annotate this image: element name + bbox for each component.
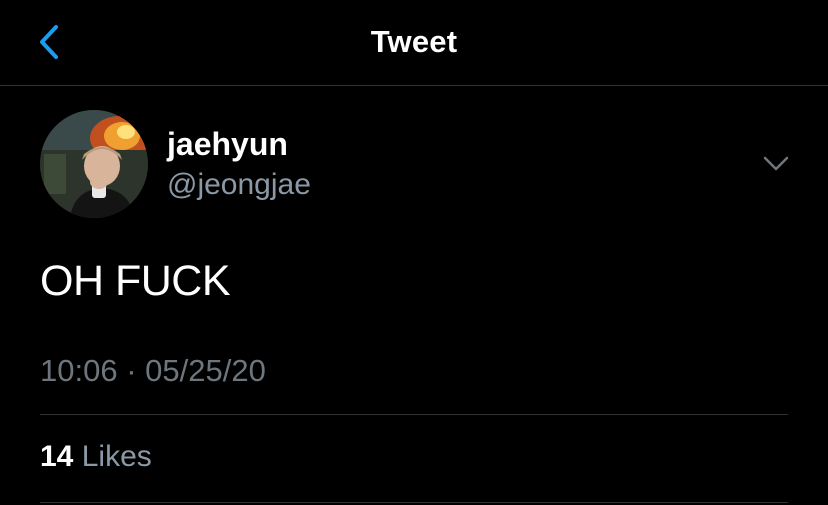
likes-count: 14	[40, 440, 74, 473]
tweet-timestamp: 10:06 · 05/25/20	[40, 353, 266, 389]
tweet-text: OH FUCK	[40, 257, 231, 305]
author-display-name[interactable]: jaehyun	[167, 126, 288, 163]
divider	[40, 502, 788, 503]
author-handle[interactable]: @jeongjae	[167, 168, 311, 202]
likes-stat[interactable]: 14 Likes	[40, 440, 152, 474]
header-bar: Tweet	[0, 0, 828, 86]
timestamp-separator: ·	[126, 353, 137, 388]
divider	[40, 414, 788, 415]
tweet-date: 05/25/20	[145, 353, 266, 388]
chevron-down-icon	[763, 156, 789, 171]
likes-label: Likes	[81, 440, 152, 473]
more-options-button[interactable]	[760, 152, 792, 176]
tweet-time: 10:06	[40, 353, 118, 388]
avatar[interactable]	[40, 110, 148, 218]
tweet-detail-screen: Tweet jaehyun @jeongjae OH FUCK 10:06 · …	[0, 0, 828, 505]
page-title: Tweet	[370, 24, 458, 59]
